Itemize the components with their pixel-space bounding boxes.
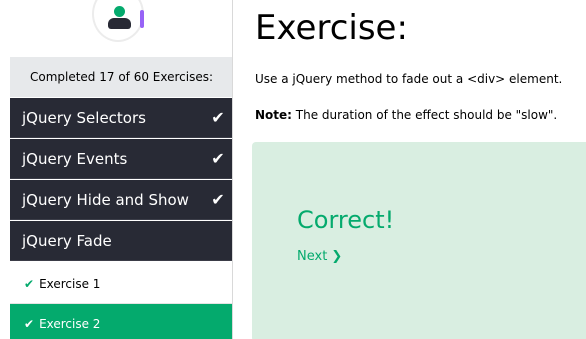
correct-message: Correct!: [297, 206, 395, 234]
exercise-1-link[interactable]: ✔ Exercise 1: [10, 265, 232, 304]
avatar[interactable]: [92, 0, 144, 42]
exercise-label: Exercise 2: [39, 316, 101, 331]
checkmark-icon: ✔: [211, 149, 225, 168]
sidebar-item-label: jQuery Events: [22, 149, 128, 168]
checkmark-icon: ✔: [211, 190, 225, 209]
exercise-note: Note: The duration of the effect should …: [255, 108, 557, 122]
avatar-accent-shape: [140, 10, 144, 28]
sidebar-item-jquery-selectors[interactable]: jQuery Selectors ✔: [10, 98, 232, 138]
main-content: Exercise: Use a jQuery method to fade ou…: [233, 0, 586, 339]
exercise-instruction: Use a jQuery method to fade out a <div> …: [255, 72, 563, 86]
note-label: Note:: [255, 108, 292, 122]
progress-text: Completed 17 of 60 Exercises:: [10, 57, 232, 97]
sidebar: Completed 17 of 60 Exercises: jQuery Sel…: [0, 0, 233, 339]
checkmark-icon: ✔: [211, 108, 225, 127]
sidebar-item-label: jQuery Selectors: [22, 108, 146, 127]
checkmark-icon: ✔: [24, 277, 35, 291]
sidebar-item-label: jQuery Fade: [22, 231, 112, 250]
result-panel: Correct! Next ❯: [252, 142, 586, 339]
sidebar-item-jquery-fade[interactable]: jQuery Fade: [10, 221, 232, 261]
sidebar-item-label: jQuery Hide and Show: [22, 190, 189, 209]
exercise-label: Exercise 1: [39, 277, 101, 291]
next-button[interactable]: Next ❯: [297, 249, 342, 264]
checkmark-icon: ✔: [24, 316, 35, 331]
avatar-head-shape: [114, 6, 125, 17]
exercise-2-link[interactable]: ✔ Exercise 2: [10, 304, 232, 339]
sidebar-item-jquery-hide-and-show[interactable]: jQuery Hide and Show ✔: [10, 180, 232, 220]
page-title: Exercise:: [255, 8, 408, 48]
sidebar-item-jquery-events[interactable]: jQuery Events ✔: [10, 139, 232, 179]
avatar-body-shape: [108, 18, 131, 29]
note-text: The duration of the effect should be "sl…: [291, 108, 558, 122]
